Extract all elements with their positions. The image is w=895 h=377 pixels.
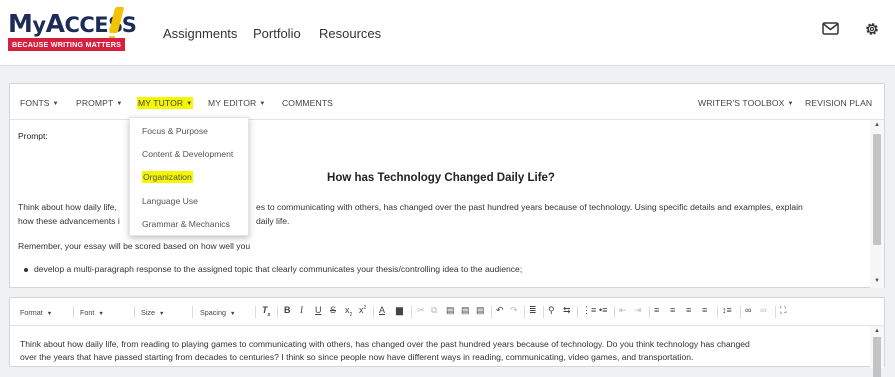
align-center-icon[interactable]: ≡ xyxy=(670,305,675,315)
justify-icon[interactable]: ≡ xyxy=(702,305,707,315)
gear-icon[interactable] xyxy=(864,21,880,42)
top-bar: MyACCESS BECAUSE WRITING MATTERS Assignm… xyxy=(0,0,895,66)
size-select[interactable]: Size ▼ xyxy=(141,308,164,317)
scroll-up-icon[interactable]: ▲ xyxy=(874,122,880,128)
copy-icon[interactable]: ⧉ xyxy=(431,305,437,316)
superscript-icon[interactable]: x2 xyxy=(359,305,366,315)
tutor-item-content-development[interactable]: Content & Development xyxy=(142,149,233,159)
redo-icon[interactable]: ↷ xyxy=(510,305,518,316)
prompt-text-1b: es to communicating with others, has cha… xyxy=(256,202,803,212)
format-select[interactable]: Format ▼ xyxy=(20,308,52,317)
menu-my-tutor[interactable]: MY TUTOR ▼ xyxy=(137,97,194,109)
menu-my-editor[interactable]: MY EDITOR ▼ xyxy=(208,98,265,108)
prompt-text-1a: Think about how daily life, xyxy=(18,202,117,212)
strikethrough-icon[interactable]: S xyxy=(330,305,336,315)
paragraph-icon[interactable]: ≣ xyxy=(529,305,537,316)
editor-scrollbar-thumb[interactable] xyxy=(873,337,881,377)
scroll-down-icon[interactable]: ▼ xyxy=(874,278,880,284)
nav-assignments[interactable]: Assignments xyxy=(163,26,237,41)
link-icon[interactable]: ∞ xyxy=(745,305,751,315)
menu-prompt[interactable]: PROMPT ▼ xyxy=(76,98,122,108)
prompt-text-2: Remember, your essay will be scored base… xyxy=(18,241,251,251)
indent-icon[interactable]: ⇥ xyxy=(634,305,642,316)
logo-tagline: BECAUSE WRITING MATTERS xyxy=(8,38,126,51)
font-select[interactable]: Font ▼ xyxy=(80,308,104,317)
prompt-text-1d: daily life. xyxy=(256,216,290,226)
maximize-icon[interactable]: ⛶ xyxy=(780,305,786,316)
spacing-select[interactable]: Spacing ▼ xyxy=(200,308,235,317)
mail-icon[interactable] xyxy=(822,22,839,40)
bulleted-list-icon[interactable]: •≡ xyxy=(599,305,607,315)
writing-menubar: FONTS ▼ PROMPT ▼ MY TUTOR ▼ MY EDITOR ▼ COMM… xyxy=(10,84,884,120)
tutor-item-grammar-mechanics[interactable]: Grammar & Mechanics xyxy=(142,219,230,229)
find-icon[interactable]: ⚲ xyxy=(548,305,555,316)
tutor-item-language-use[interactable]: Language Use xyxy=(142,196,198,206)
underline-icon[interactable]: U xyxy=(315,305,322,315)
menu-fonts[interactable]: FONTS ▼ xyxy=(20,98,59,108)
replace-icon[interactable]: ⇆ xyxy=(563,305,571,316)
outdent-icon[interactable]: ⇤ xyxy=(619,305,627,316)
cut-icon[interactable]: ✂ xyxy=(417,305,425,316)
align-right-icon[interactable]: ≡ xyxy=(686,305,691,315)
subscript-icon[interactable]: x2 xyxy=(345,305,352,318)
editor-toolbar: Format ▼ Font ▼ Size ▼ Spacing ▼ Tx B I U S … xyxy=(10,298,884,326)
italic-icon[interactable]: I xyxy=(300,305,303,315)
menu-revision-plan[interactable]: REVISION PLAN xyxy=(805,98,872,108)
paste-text-icon[interactable]: ▤ xyxy=(461,305,470,316)
myaccess-logo[interactable]: MyACCESS BECAUSE WRITING MATTERS xyxy=(8,7,137,53)
my-tutor-dropdown: Focus & Purpose Content & Development Or… xyxy=(129,117,249,236)
prompt-scrollbar[interactable]: ▲ ▼ xyxy=(870,120,884,288)
bg-color-icon[interactable]: ▆ xyxy=(396,305,403,316)
paste-icon[interactable]: ▤ xyxy=(446,305,455,316)
nav-portfolio[interactable]: Portfolio xyxy=(253,26,301,41)
menu-comments[interactable]: COMMENTS xyxy=(282,98,333,108)
prompt-label: Prompt: xyxy=(18,131,48,141)
align-left-icon[interactable]: ≡ xyxy=(654,305,659,315)
tutor-item-focus-purpose[interactable]: Focus & Purpose xyxy=(142,126,208,136)
line-spacing-icon[interactable]: ↕≡ xyxy=(722,305,732,315)
essay-text[interactable]: Think about how daily life, from reading… xyxy=(20,338,865,364)
editor-scroll-up-icon[interactable]: ▲ xyxy=(874,328,880,334)
clear-format-icon[interactable]: Tx xyxy=(262,305,270,318)
prompt-bullet: develop a multi-paragraph response to th… xyxy=(23,264,523,274)
text-color-icon[interactable]: A xyxy=(379,305,385,315)
scrollbar-thumb[interactable] xyxy=(873,134,881,245)
paste-word-icon[interactable]: ▤ xyxy=(476,305,485,316)
tutor-item-organization[interactable]: Organization xyxy=(142,171,193,183)
undo-icon[interactable]: ↶ xyxy=(496,305,504,316)
bold-icon[interactable]: B xyxy=(284,305,291,315)
prompt-text-1c: how these advancements i xyxy=(18,216,120,226)
editor-scrollbar[interactable]: ▲ xyxy=(870,326,884,377)
numbered-list-icon[interactable]: ⋮≡ xyxy=(582,305,596,316)
essay-line-1: Think about how daily life, from reading… xyxy=(20,339,750,349)
nav-resources[interactable]: Resources xyxy=(319,26,381,41)
essay-editor: Format ▼ Font ▼ Size ▼ Spacing ▼ Tx B I U S … xyxy=(9,297,885,377)
unlink-icon[interactable]: ∞ xyxy=(760,305,766,315)
essay-line-2: over the years that have passed starting… xyxy=(20,352,694,362)
menu-writers-toolbox[interactable]: WRITER'S TOOLBOX ▼ xyxy=(698,98,794,108)
